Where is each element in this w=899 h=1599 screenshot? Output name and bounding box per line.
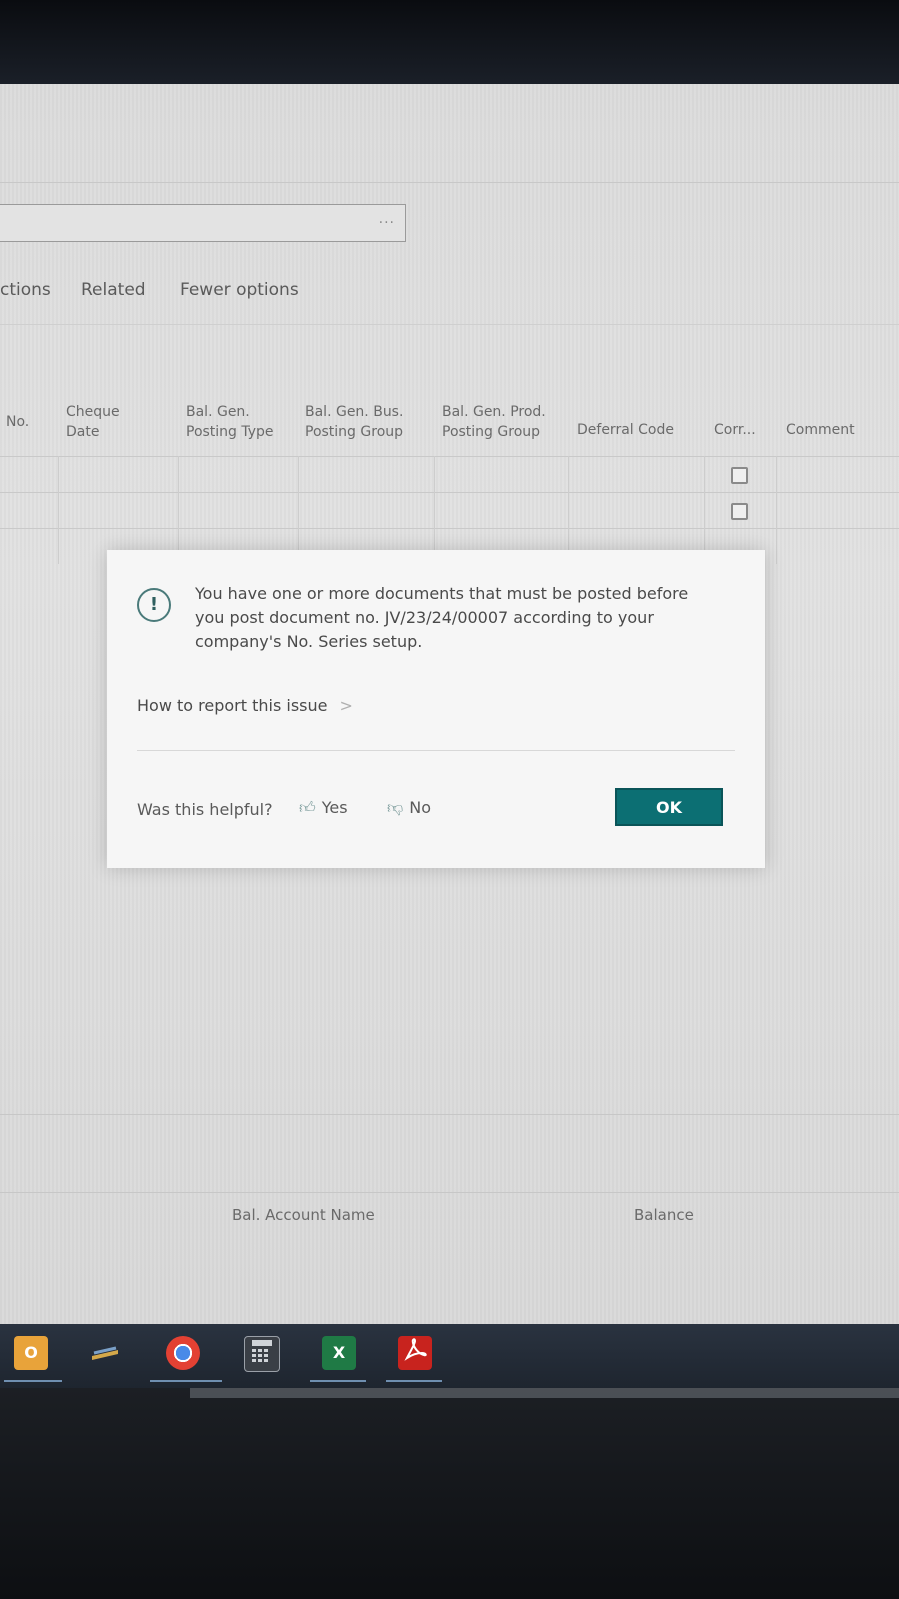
search-input[interactable]: ... (0, 204, 406, 242)
calculator-icon[interactable] (244, 1336, 280, 1372)
col-deferral-code[interactable]: Deferral Code (577, 420, 674, 440)
grid-column-divider (704, 456, 705, 564)
yes-label: Yes (321, 798, 348, 817)
col-cheque-date[interactable]: Cheque Date (66, 402, 136, 442)
active-app-indicator (386, 1380, 442, 1382)
summary-divider (0, 1192, 899, 1193)
monitor-bezel-bottom (0, 1388, 899, 1599)
col-bal-gen-prod-posting-group[interactable]: Bal. Gen. Prod. Posting Group (442, 402, 554, 442)
pdf-reader-icon[interactable] (398, 1336, 432, 1370)
report-issue-link[interactable]: How to report this issue > (137, 696, 353, 715)
chevron-right-icon: > (339, 696, 353, 715)
actions-menu[interactable]: ctions (0, 280, 51, 300)
grid-column-divider (178, 456, 179, 564)
yes-feedback-button[interactable]: 👍︎ Yes (299, 798, 348, 818)
balance-label: Balance (634, 1206, 694, 1224)
col-comment[interactable]: Comment (786, 420, 855, 440)
dialog-divider (137, 750, 735, 751)
outlook-icon[interactable]: O (14, 1336, 48, 1370)
table-row[interactable] (0, 492, 899, 529)
active-app-indicator (310, 1380, 366, 1382)
active-app-indicator (4, 1380, 62, 1382)
col-correction[interactable]: Corr... (714, 420, 756, 440)
col-no[interactable]: No. (6, 412, 29, 432)
helpful-label: Was this helpful? (137, 800, 273, 819)
action-bar: ctions Related Fewer options (0, 280, 899, 310)
no-feedback-button[interactable]: 👎︎ No (387, 798, 431, 818)
grid-column-divider (776, 456, 777, 564)
no-label: No (409, 798, 432, 817)
lines-grid-header: No. Cheque Date Bal. Gen. Posting Type B… (0, 402, 899, 454)
assist-edit-button[interactable]: ... (379, 211, 395, 227)
correction-checkbox[interactable] (731, 503, 748, 520)
grid-column-divider (568, 456, 569, 564)
grid-column-divider (298, 456, 299, 564)
header-divider (0, 182, 899, 183)
monitor-stand-rim (190, 1388, 899, 1398)
fewer-options-button[interactable]: Fewer options (180, 280, 299, 300)
col-bal-gen-posting-type[interactable]: Bal. Gen. Posting Type (186, 402, 286, 442)
monitor-bezel-top (0, 0, 899, 88)
summary-divider (0, 1114, 899, 1115)
table-row[interactable] (0, 456, 899, 493)
dialog-message: You have one or more documents that must… (195, 584, 689, 651)
report-issue-label: How to report this issue (137, 696, 328, 715)
correction-checkbox[interactable] (731, 467, 748, 484)
info-icon: ! (137, 588, 171, 622)
excel-icon[interactable]: X (322, 1336, 356, 1370)
chrome-icon[interactable] (166, 1336, 200, 1370)
bal-account-name-label: Bal. Account Name (232, 1206, 375, 1224)
action-bar-divider (0, 324, 899, 325)
grid-column-divider (434, 456, 435, 564)
error-dialog: ! You have one or more documents that mu… (107, 550, 765, 868)
thumbs-down-icon: 👎︎ (387, 798, 404, 817)
app-icon[interactable] (88, 1336, 122, 1370)
related-menu[interactable]: Related (81, 280, 146, 300)
thumbs-up-icon: 👍︎ (299, 798, 316, 817)
taskbar: O X (0, 1324, 899, 1388)
active-app-indicator (150, 1380, 222, 1382)
ok-button[interactable]: OK (615, 788, 723, 826)
app-screen: ... ctions Related Fewer options No. Che… (0, 84, 899, 1324)
col-bal-gen-bus-posting-group[interactable]: Bal. Gen. Bus. Posting Group (305, 402, 415, 442)
grid-column-divider (58, 456, 59, 564)
